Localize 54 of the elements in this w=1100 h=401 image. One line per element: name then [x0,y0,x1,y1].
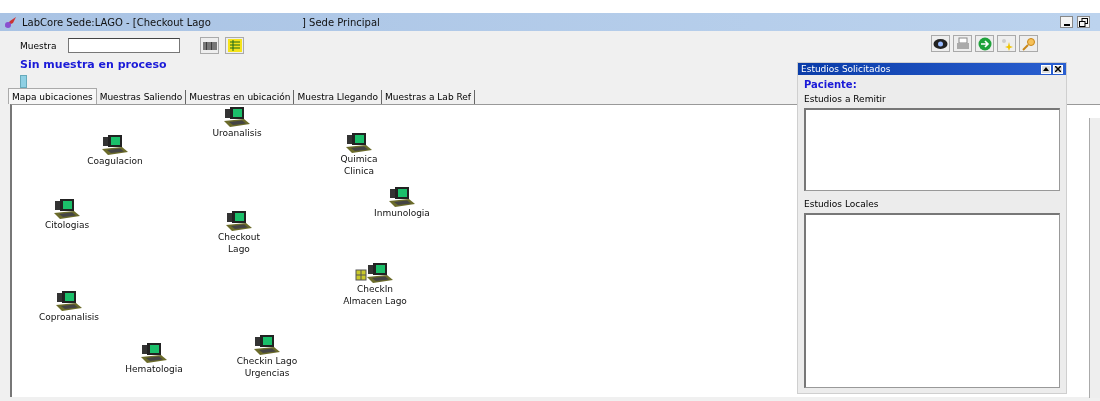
location-label: Checkin Lago Urgencias [236,355,298,379]
sample-label: Muestra [20,40,58,51]
computer-icon [387,185,417,207]
computer-icon [100,133,130,155]
restore-button[interactable] [1077,16,1090,28]
location-label: Coagulacion [87,155,143,167]
location-label: Checkout Lago [217,231,261,255]
barcode-icon [202,41,217,50]
caret-up-icon [1043,67,1049,71]
search-button[interactable] [1019,35,1038,52]
computer-with-box-icon [355,261,395,283]
barcode-button[interactable] [200,37,219,54]
tab[interactable]: Mapa ubicaciones [8,88,97,104]
computer-icon [252,333,282,355]
eye-icon [933,37,948,50]
view-button[interactable] [931,35,950,52]
computer-icon [54,289,84,311]
list-grid-icon [227,39,242,52]
close-icon [1055,66,1061,72]
section-label: Estudios a Remitir [803,93,887,106]
computer-icon [224,209,254,231]
printer-icon [955,37,970,50]
location-label: Hematologia [125,363,183,375]
grid-button[interactable] [225,37,244,54]
computer-icon [222,105,252,127]
close-button[interactable] [1053,64,1063,74]
section-label: Estudios Locales [803,198,880,211]
location-label: Citologias [44,219,90,231]
progress-indicator [20,75,27,88]
go-button[interactable] [975,35,994,52]
window-title: LabCore Sede:LAGO - [Checkout Lago [22,16,212,28]
arrow-circle-icon [977,36,992,51]
status-message: Sin muestra en proceso [20,58,168,71]
location-label: CheckIn Almacen Lago [343,283,407,307]
location-label: Uroanalisis [212,127,262,139]
computer-icon [344,131,374,153]
sample-field[interactable] [68,38,180,53]
app-icon [4,15,18,29]
restore-icon [1079,17,1088,27]
minimize-button[interactable] [1060,16,1073,28]
patient-label: Paciente: [803,78,858,92]
location-label: Quimica Clinica [340,153,378,177]
remit-list[interactable] [804,108,1060,191]
collapse-button[interactable] [1041,64,1051,74]
computer-icon [139,341,169,363]
location-label: Coproanalisis [38,311,100,323]
computer-icon [52,197,82,219]
search-icon [1021,36,1036,51]
scrollbar[interactable] [1089,118,1100,398]
panel-title: Estudios Solicitados [801,64,891,74]
sparkle-icon [999,36,1014,51]
window-title-suffix: ] Sede Principal [302,16,380,28]
local-list[interactable] [804,213,1060,388]
location-label: Inmunologia [374,207,430,219]
